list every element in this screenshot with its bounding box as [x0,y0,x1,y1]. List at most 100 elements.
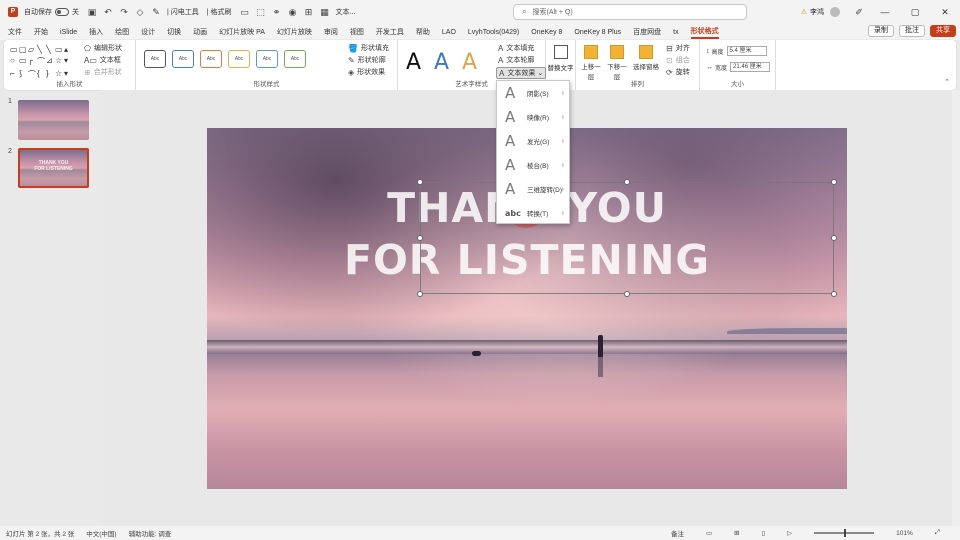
quick-item-2[interactable]: | 格式刷 [207,7,232,17]
notes-button[interactable]: 备注 [671,528,684,538]
shape-effects-button[interactable]: ◈ 形状效果 [348,67,385,77]
tab-20[interactable]: 形状格式 [690,26,719,39]
image-icon[interactable]: ▦ [320,7,330,17]
tab-8[interactable]: 幻灯片放映 PA [219,27,265,37]
shape-style-preset-6[interactable]: Abc [284,50,306,68]
merge-shapes-button[interactable]: ⊕ 合并形状 [84,67,122,77]
shape-style-preset-4[interactable]: Abc [228,50,250,68]
resize-handle-tl[interactable] [417,179,423,185]
globe-icon[interactable]: ◉ [288,7,298,17]
tab-0[interactable]: 文件 [8,27,22,37]
text-effect-item-3[interactable]: A 发光(G) › [497,129,569,153]
collapse-ribbon-icon[interactable]: ⌃ [944,78,950,86]
tab-7[interactable]: 动画 [193,27,207,37]
normal-view-icon[interactable]: ▭ [706,529,712,537]
autosave[interactable]: 自动保存 关 [24,7,79,17]
resize-handle-r[interactable] [831,235,837,241]
tab-6[interactable]: 切换 [167,27,181,37]
tab-9[interactable]: 幻灯片放映 [277,27,312,37]
maximize-icon[interactable]: ▢ [900,7,930,18]
shape-outline-button[interactable]: ✎ 形状轮廓 [348,55,386,65]
tab-3[interactable]: 插入 [89,27,103,37]
shape-fill-button[interactable]: 🪣 形状填充 [348,43,389,53]
resize-handle-l[interactable] [417,235,423,241]
wordart-style-orange[interactable]: A [462,50,477,75]
grid-icon[interactable]: ⊞ [304,7,314,17]
send-backward-button[interactable]: 下移一层 [606,45,628,81]
minimize-icon[interactable]: — [870,7,900,17]
fit-slide-icon[interactable]: ⤢ [935,529,940,537]
tab-11[interactable]: 视图 [350,27,364,37]
alt-text-label[interactable]: 替换文字 [546,62,575,72]
tab-5[interactable]: 设计 [141,27,155,37]
tab-18[interactable]: 百度网盘 [633,27,661,37]
tab-10[interactable]: 审阅 [324,27,338,37]
tab-19[interactable]: tx [673,29,678,36]
slideshow-icon[interactable]: ▷ [787,529,792,537]
rotate-button[interactable]: ⟳ 旋转 [666,67,690,77]
shapes-icon[interactable]: ⬚ [256,7,266,17]
avatar[interactable] [830,7,840,17]
language[interactable]: 中文(中国) [86,528,116,538]
tab-4[interactable]: 绘图 [115,27,129,37]
resize-handle-tr[interactable] [831,179,837,185]
undo-icon[interactable]: ↶ [103,7,113,17]
height-input[interactable]: 5.4 厘米 [726,46,767,56]
text-fill-button[interactable]: A 文本填充 [498,43,534,53]
tab-2[interactable]: iSlide [60,29,77,36]
selection-pane-button[interactable]: 选择窗格 [632,45,660,71]
share-button[interactable]: 共享 [930,25,956,37]
wordart-style-black[interactable]: A [406,50,421,75]
shapes-gallery[interactable]: ▭ ▢ ▱ ╲ ╲ ▭ ▴ ○ ▭ ╭ ⌒ ⊿ ☆ ▾ ⌐ ⟆ ⌒{} ☆ ▾ [10,45,78,80]
shape-style-preset-3[interactable]: Abc [200,50,222,68]
vertical-scrollbar[interactable] [952,90,960,526]
edit-shape-button[interactable]: ⬠ 编辑形状 [84,43,122,53]
alt-text-icon[interactable] [554,45,568,59]
close-icon[interactable]: ✕ [930,7,960,18]
brush-icon[interactable]: ✎ [151,7,161,17]
shape-icon[interactable]: ◇ [135,7,145,17]
text-effect-item-5[interactable]: A 三维旋转(D) › [497,177,569,201]
resize-handle-br[interactable] [831,291,837,297]
width-input[interactable]: 21.46 厘米 [730,62,771,72]
pen-icon[interactable]: ✐ [854,7,864,17]
align-button[interactable]: ⊟ 对齐 [666,43,690,53]
doc-name[interactable]: 文本... [336,7,356,17]
textbox-button[interactable]: A▭ 文本框 [84,55,121,65]
bring-forward-button[interactable]: 上移一层 [580,45,602,81]
zoom-slider[interactable] [814,529,875,537]
tab-17[interactable]: OneKey 8 Plus [574,29,621,36]
shape-style-preset-2[interactable]: Abc [172,50,194,68]
tab-1[interactable]: 开始 [34,27,48,37]
text-outline-button[interactable]: A 文本轮廓 [498,55,534,65]
user-name[interactable]: 李鸿 [810,7,824,17]
autosave-toggle[interactable] [55,8,69,16]
zoom-level[interactable]: 101% [896,530,913,537]
wordart-style-blue[interactable]: A [434,50,449,75]
quick-item-1[interactable]: | 闪电工具 [167,7,199,17]
record-button[interactable]: 录制 [868,25,894,37]
tab-12[interactable]: 开发工具 [376,27,404,37]
present-icon[interactable]: ▭ [240,7,250,17]
redo-icon[interactable]: ↷ [119,7,129,17]
text-effect-item-4[interactable]: A 棱台(B) › [497,153,569,177]
reading-view-icon[interactable]: ▯ [762,529,766,537]
textbox-selection-frame[interactable] [417,179,837,297]
resize-handle-t[interactable] [624,179,630,185]
tab-13[interactable]: 帮助 [416,27,430,37]
resize-handle-b[interactable] [624,291,630,297]
text-effect-item-2[interactable]: A 映像(R) › [497,105,569,129]
tab-16[interactable]: OneKey 8 [531,29,562,36]
resize-handle-bl[interactable] [417,291,423,297]
text-effect-item-1[interactable]: A 阴影(S) › [497,81,569,105]
text-effect-item-6[interactable]: abc 转换(T) › [497,201,569,225]
sorter-view-icon[interactable]: ⊞ [734,529,739,537]
slide-thumbnail-2[interactable]: THANK YOU FOR LISTENING [18,148,89,188]
link-icon[interactable]: ⚭ [272,7,282,17]
tab-14[interactable]: LAO [442,29,456,36]
save-icon[interactable]: ▣ [87,7,97,17]
accessibility-status[interactable]: 辅助功能: 调查 [129,528,172,538]
slide-thumbnail-1[interactable] [18,100,89,140]
group-button[interactable]: ⊡ 组合 [666,55,690,65]
shape-style-preset-5[interactable]: Abc [256,50,278,68]
